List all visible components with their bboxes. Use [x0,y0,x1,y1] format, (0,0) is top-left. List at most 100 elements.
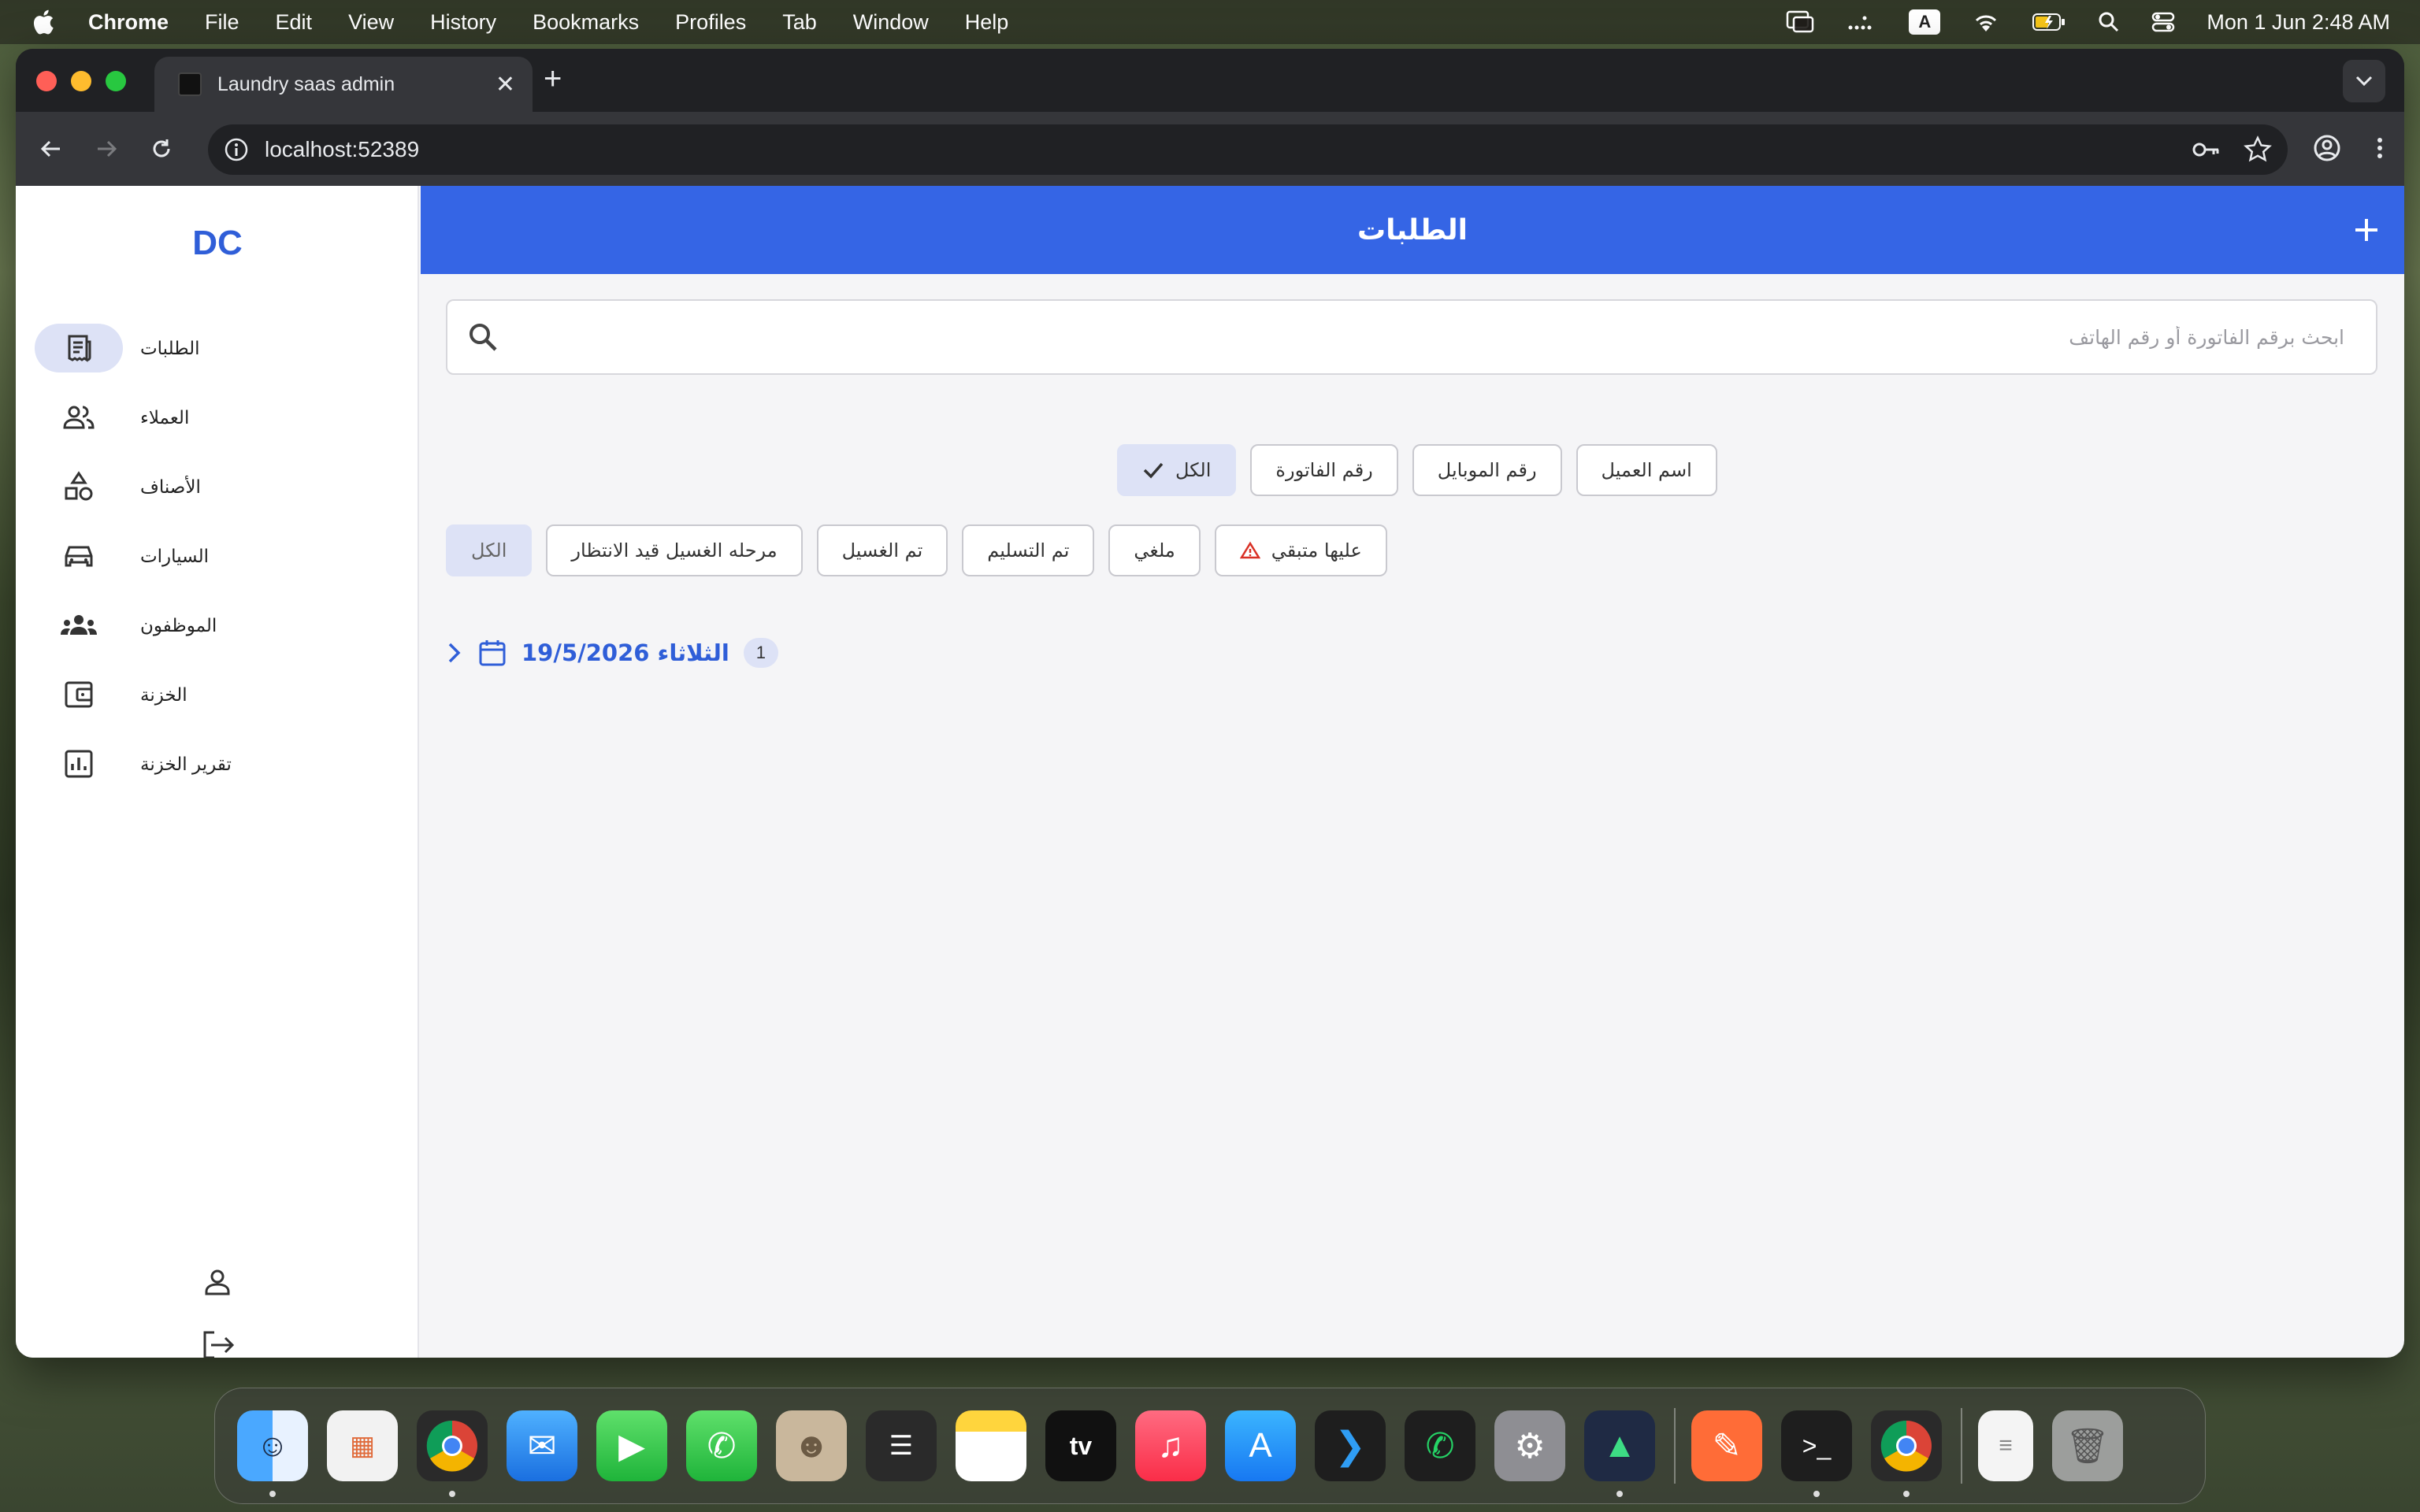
browser-window: Laundry saas admin ✕ + localhost:52389 D… [16,49,2404,1358]
address-bar[interactable]: localhost:52389 [208,124,2288,175]
whatsapp-icon[interactable]: ✆ [1405,1410,1475,1481]
facetime-icon[interactable]: ▶ [596,1410,667,1481]
running-indicator [1813,1491,1820,1497]
trash-icon[interactable]: 🗑 [2052,1410,2123,1481]
menu-bookmarks[interactable]: Bookmarks [533,10,639,35]
forward-button[interactable] [90,132,123,165]
groups-icon [61,615,97,635]
menu-window[interactable]: Window [853,10,929,35]
reload-button[interactable] [145,132,178,165]
launchpad-icon[interactable]: ▦ [327,1410,398,1481]
chip-label: رقم الموبايل [1437,459,1537,481]
sidebar-item-treasury[interactable]: الخزنة [35,660,405,729]
sidebar-icon-wrap [35,739,123,788]
password-key-icon[interactable] [2190,134,2221,165]
sidebar-item-customers[interactable]: العملاء [35,383,405,452]
status-cancelled[interactable]: ملغي [1108,524,1201,576]
spotlight-icon[interactable] [2098,11,2120,33]
tab-search-button[interactable] [2343,60,2385,102]
music-icon[interactable]: ♫ [1135,1410,1206,1481]
app-logo[interactable]: DC [16,224,419,263]
bookmark-star-icon[interactable] [2242,134,2273,165]
tab-close-icon[interactable]: ✕ [496,71,515,98]
control-center-icon[interactable] [2151,11,2175,33]
tab-title: Laundry saas admin [217,72,395,95]
minimize-window-button[interactable] [71,71,91,91]
add-order-button[interactable] [2346,209,2387,250]
sidebar-item-cars[interactable]: السيارات [35,521,405,591]
menubar-clock[interactable]: Mon 1 Jun 2:48 AM [2207,10,2390,35]
system-settings-icon[interactable]: ⚙ [1494,1410,1565,1481]
menu-history[interactable]: History [430,10,496,35]
finder-icon[interactable]: ☺ [237,1410,308,1497]
chevron-right-icon[interactable] [446,641,463,665]
profile-icon[interactable] [2311,132,2343,164]
filter-mobile-number[interactable]: رقم الموبايل [1412,444,1562,496]
sidebar-item-treasury-report[interactable]: تقرير الخزنة [35,729,405,799]
sidebar-icon-wrap [35,324,123,372]
chrome-icon-2[interactable] [1871,1410,1942,1497]
profile-button[interactable] [16,1266,419,1298]
filter-all[interactable]: الكل [1117,444,1237,496]
order-group-header[interactable]: الثلاثاء 19/5/2026 1 [446,638,778,668]
main-content: الطلبات اسم العميل رقم الموبايل رقم الفا… [421,186,2404,1358]
terminal-icon[interactable]: >_ [1781,1410,1852,1497]
wifi-icon[interactable] [1972,11,2000,33]
menu-profiles[interactable]: Profiles [675,10,746,35]
android-studio-icon[interactable]: ▲ [1584,1410,1655,1497]
sidebar-icon-wrap [35,532,123,580]
menu-help[interactable]: Help [965,10,1009,35]
sidebar-item-orders[interactable]: الطلبات [35,313,405,383]
vscode-icon[interactable]: ❯ [1315,1410,1386,1481]
search-input[interactable] [518,301,2376,373]
battery-icon[interactable] [2032,12,2066,32]
status-washing-pending[interactable]: مرحله الغسيل قيد الانتظار [546,524,803,576]
person-icon [205,1269,230,1295]
filter-customer-name[interactable]: اسم العميل [1576,444,1717,496]
input-source-icon[interactable]: A [1909,9,1941,35]
wallet-icon [65,681,93,708]
chip-label: عليها متبقي [1271,539,1362,561]
close-window-button[interactable] [36,71,57,91]
search-box[interactable] [446,299,2377,375]
logout-button[interactable] [16,1329,419,1358]
phone-icon[interactable]: ✆ [686,1410,757,1481]
document-icon[interactable]: ≡ [1978,1410,2033,1481]
status-dots-icon[interactable] [1846,12,1877,32]
dock-separator [1961,1408,1962,1484]
status-delivered[interactable]: تم التسليم [962,524,1095,576]
sidebar-item-employees[interactable]: الموظفون [35,591,405,660]
menu-edit[interactable]: Edit [276,10,313,35]
back-button[interactable] [35,132,68,165]
sidebar-item-categories[interactable]: الأصناف [35,452,405,521]
new-tab-button[interactable]: + [544,63,562,94]
chrome-icon[interactable] [417,1410,488,1497]
running-indicator [1616,1491,1623,1497]
site-info-icon[interactable] [224,137,249,162]
order-group-date: الثلاثاء 19/5/2026 [521,639,729,666]
apple-tv-icon[interactable]: tv [1045,1410,1116,1481]
mail-icon[interactable]: ✉ [507,1410,577,1481]
chevron-down-icon [2355,76,2373,87]
apple-icon[interactable] [30,8,55,36]
status-washed[interactable]: تم الغسيل [816,524,948,576]
menu-file[interactable]: File [205,10,239,35]
screen-mirroring-icon[interactable] [1786,10,1814,34]
running-indicator [269,1491,276,1497]
zoom-window-button[interactable] [106,71,126,91]
status-all[interactable]: الكل [446,524,533,576]
contacts-icon[interactable]: ☻ [776,1410,847,1481]
menu-tab[interactable]: Tab [782,10,817,35]
more-vert-icon[interactable] [2374,132,2385,164]
window-controls [36,71,126,91]
menu-view[interactable]: View [348,10,394,35]
reminders-icon[interactable]: ☰ [866,1410,937,1481]
tab-favicon-icon [178,72,202,96]
postman-icon[interactable]: ✎ [1691,1410,1762,1481]
notes-icon[interactable] [956,1410,1026,1481]
browser-tab[interactable]: Laundry saas admin ✕ [154,57,533,112]
status-remaining[interactable]: عليها متبقي [1214,524,1387,576]
filter-invoice-number[interactable]: رقم الفاتورة [1250,444,1398,496]
menu-app-name[interactable]: Chrome [88,10,169,35]
app-store-icon[interactable]: A [1225,1410,1296,1481]
